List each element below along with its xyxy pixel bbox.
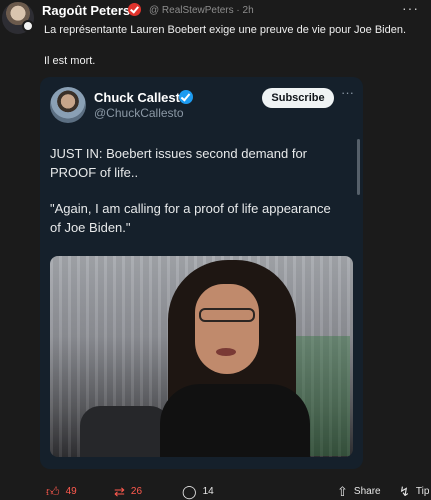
- tip-button[interactable]: ↯ Tip: [399, 484, 429, 500]
- embed-text-line: PROOF of life..: [50, 165, 139, 180]
- verified-badge-icon: [128, 3, 141, 16]
- embed-author-name[interactable]: Chuck Callesto: [94, 90, 188, 105]
- repost-count: 26: [130, 486, 143, 497]
- post-text-secondary: Il est mort.: [44, 55, 96, 67]
- photo-body: [160, 384, 310, 457]
- comment-icon: ◯: [182, 484, 197, 499]
- embed-text-line: of Joe Biden.": [50, 220, 131, 235]
- thumbs-up-icon: 👍︎: [46, 484, 60, 499]
- share-icon: ⇧: [337, 484, 348, 499]
- author-name[interactable]: Ragoût Peters: [42, 3, 130, 18]
- avatar-badge-icon: [22, 20, 34, 32]
- post-text: La représentante Lauren Boebert exige un…: [44, 24, 407, 36]
- embed-text-line: "Again, I am calling for a proof of life…: [50, 201, 331, 216]
- photo-microphone: [80, 406, 170, 457]
- comment-count: 14: [202, 486, 214, 497]
- subscribe-button[interactable]: Subscribe: [262, 88, 334, 108]
- tip-label: Tip: [415, 486, 430, 497]
- embed-more-icon[interactable]: ···: [341, 85, 354, 100]
- embedded-tweet[interactable]: Chuck Callesto @ChuckCallesto Subscribe …: [40, 77, 363, 469]
- lightning-icon: ↯: [399, 484, 410, 499]
- embed-text-line: JUST IN: Boebert issues second demand fo…: [50, 146, 307, 161]
- photo-lips: [216, 348, 236, 356]
- photo-glasses: [199, 308, 255, 322]
- action-bar: 👍︎ 49 ⇄ 26 ◯ 14 ⇧ Share ↯ Tip: [0, 478, 431, 500]
- like-count: 49: [65, 486, 77, 497]
- share-button[interactable]: ⇧ Share: [337, 484, 381, 500]
- embed-avatar[interactable]: [50, 87, 86, 123]
- like-button[interactable]: 👍︎ 49: [46, 484, 77, 500]
- comment-button[interactable]: ◯ 14: [182, 484, 214, 500]
- embed-author-handle[interactable]: @ChuckCallesto: [94, 106, 184, 120]
- share-label: Share: [353, 486, 381, 497]
- photo-face: [195, 284, 259, 374]
- repost-icon: ⇄: [114, 484, 125, 499]
- repost-button[interactable]: ⇄ 26: [114, 484, 142, 500]
- author-handle: @ RealStewPeters · 2h: [149, 5, 254, 16]
- embed-scrollbar[interactable]: [357, 139, 360, 195]
- verified-check-icon: [179, 90, 193, 104]
- more-options-icon[interactable]: ···: [402, 0, 419, 16]
- news-photo[interactable]: [50, 256, 353, 457]
